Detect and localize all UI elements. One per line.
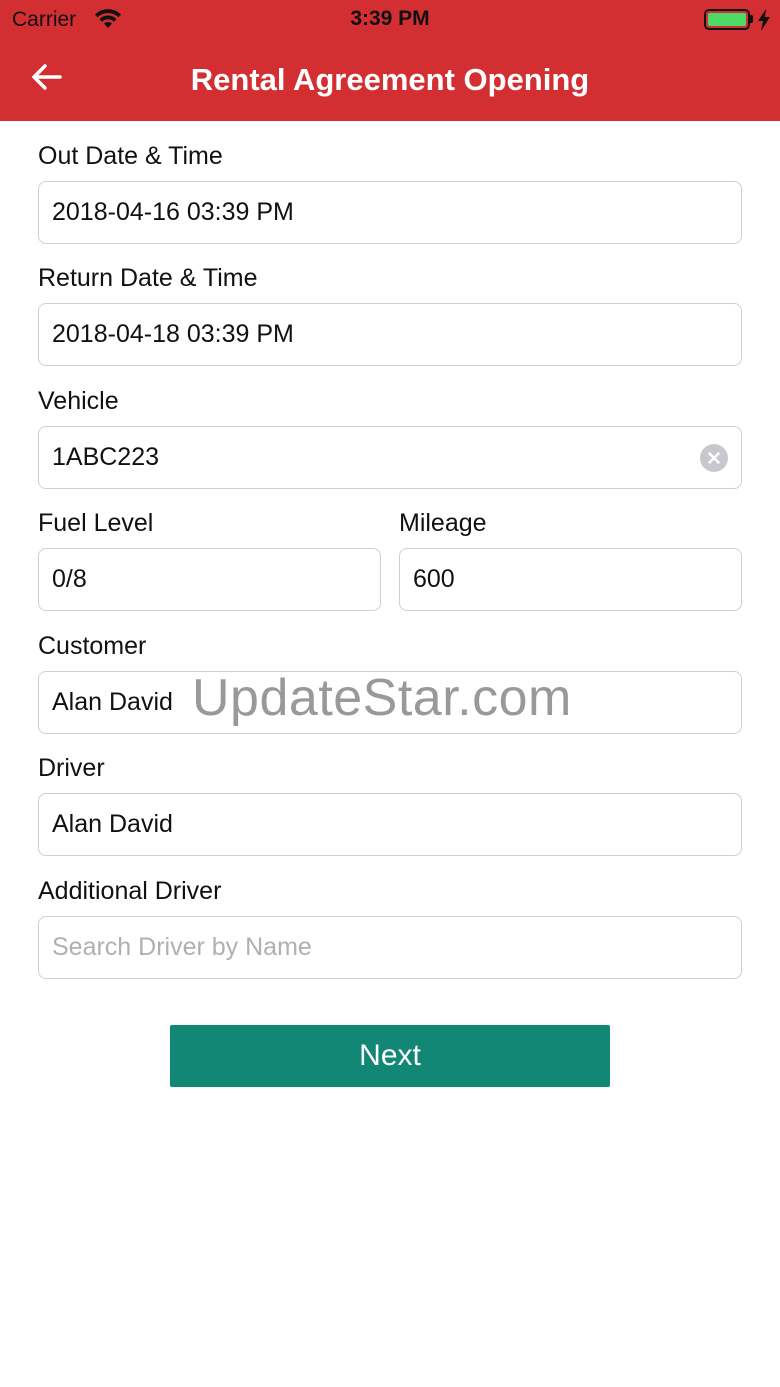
mileage-field[interactable]: 600 — [399, 548, 742, 611]
vehicle-field[interactable]: 1ABC223 — [38, 426, 742, 489]
fuel-level-field[interactable]: 0/8 — [38, 548, 381, 611]
charging-bolt-icon — [758, 9, 770, 31]
customer-label: Customer — [38, 632, 147, 660]
fuel-level-label: Fuel Level — [38, 509, 154, 537]
nav-bar: Rental Agreement Opening — [0, 40, 780, 121]
out-date-value: 2018-04-16 03:39 PM — [52, 198, 294, 226]
out-date-field[interactable]: 2018-04-16 03:39 PM — [38, 181, 742, 244]
status-time: 3:39 PM — [350, 7, 430, 30]
fuel-level-value: 0/8 — [52, 565, 87, 593]
vehicle-label: Vehicle — [38, 387, 119, 415]
status-bar: Carrier 3:39 PM — [0, 0, 780, 40]
driver-label: Driver — [38, 754, 105, 782]
return-date-value: 2018-04-18 03:39 PM — [52, 320, 294, 348]
vehicle-value: 1ABC223 — [52, 443, 160, 471]
additional-driver-search-input[interactable]: Search Driver by Name — [38, 916, 742, 979]
app-header: Carrier 3:39 PM Rental Agreement Opening — [0, 0, 780, 121]
customer-value: Alan David — [52, 688, 173, 716]
additional-driver-placeholder: Search Driver by Name — [52, 933, 312, 961]
mileage-value: 600 — [413, 565, 455, 593]
out-date-label: Out Date & Time — [38, 142, 223, 170]
battery-fill — [708, 13, 746, 26]
return-date-label: Return Date & Time — [38, 264, 258, 292]
return-date-field[interactable]: 2018-04-18 03:39 PM — [38, 303, 742, 366]
clear-circle-icon[interactable] — [700, 444, 728, 472]
driver-value: Alan David — [52, 810, 173, 838]
battery-tip — [750, 15, 753, 23]
battery-icon — [704, 9, 750, 30]
page-title: Rental Agreement Opening — [190, 62, 590, 97]
additional-driver-label: Additional Driver — [38, 877, 222, 905]
driver-field[interactable]: Alan David — [38, 793, 742, 856]
mileage-label: Mileage — [399, 509, 487, 537]
next-button[interactable]: Next — [170, 1025, 610, 1087]
customer-field[interactable]: Alan David — [38, 671, 742, 734]
